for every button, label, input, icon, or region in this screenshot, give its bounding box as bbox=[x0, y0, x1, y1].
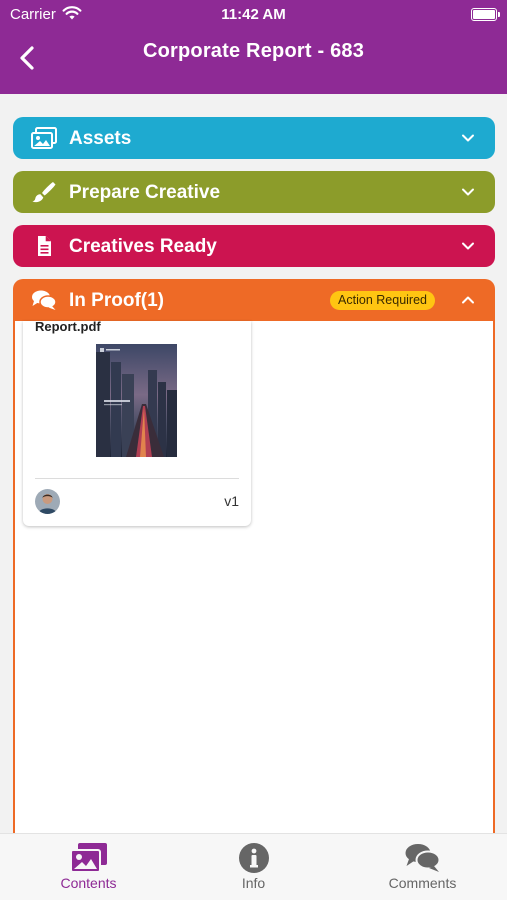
page-title: Corporate Report - 683 bbox=[142, 40, 365, 62]
tab-contents[interactable]: Contents bbox=[4, 834, 173, 900]
file-name: Report.pdf bbox=[35, 319, 101, 334]
comments-icon bbox=[32, 290, 57, 310]
chevron-down-icon bbox=[462, 242, 474, 250]
proof-file-card[interactable]: Report.pdf v1 bbox=[23, 319, 251, 526]
chevron-up-icon bbox=[462, 296, 474, 304]
bottom-tab-bar: Contents Info Comments bbox=[0, 833, 507, 900]
section-in-proof[interactable]: In Proof(1) Action Required bbox=[13, 279, 495, 321]
tab-info[interactable]: Info bbox=[169, 834, 338, 900]
paintbrush-icon bbox=[32, 182, 56, 203]
images-icon bbox=[69, 843, 107, 873]
images-icon bbox=[31, 127, 57, 149]
avatar bbox=[35, 489, 60, 514]
tab-label: Comments bbox=[388, 875, 457, 891]
comments-icon bbox=[405, 844, 440, 872]
status-bar: Carrier 11:42 AM bbox=[0, 4, 507, 24]
clock: 11:42 AM bbox=[221, 6, 286, 23]
section-label: In Proof(1) bbox=[69, 290, 164, 311]
card-divider bbox=[35, 478, 239, 479]
chevron-down-icon bbox=[462, 134, 474, 142]
document-icon bbox=[38, 236, 51, 256]
tab-label: Info bbox=[241, 875, 266, 891]
in-proof-content: Report.pdf v1 bbox=[13, 319, 495, 833]
section-assets[interactable]: Assets bbox=[13, 117, 495, 159]
battery-icon bbox=[471, 8, 500, 21]
action-required-badge: Action Required bbox=[330, 291, 435, 310]
tab-label: Contents bbox=[60, 875, 117, 891]
section-label: Assets bbox=[69, 128, 132, 149]
tab-comments[interactable]: Comments bbox=[338, 834, 507, 900]
file-version: v1 bbox=[224, 493, 239, 509]
info-circle-icon bbox=[238, 843, 269, 873]
section-label: Prepare Creative bbox=[69, 182, 221, 203]
section-prepare-creative[interactable]: Prepare Creative bbox=[13, 171, 495, 213]
chevron-down-icon bbox=[462, 188, 474, 196]
document-thumbnail[interactable] bbox=[96, 344, 177, 457]
section-creatives-ready[interactable]: Creatives Ready bbox=[13, 225, 495, 267]
section-label: Creatives Ready bbox=[69, 236, 217, 257]
app-header: Carrier 11:42 AM Corporate Report - 683 bbox=[0, 0, 507, 94]
